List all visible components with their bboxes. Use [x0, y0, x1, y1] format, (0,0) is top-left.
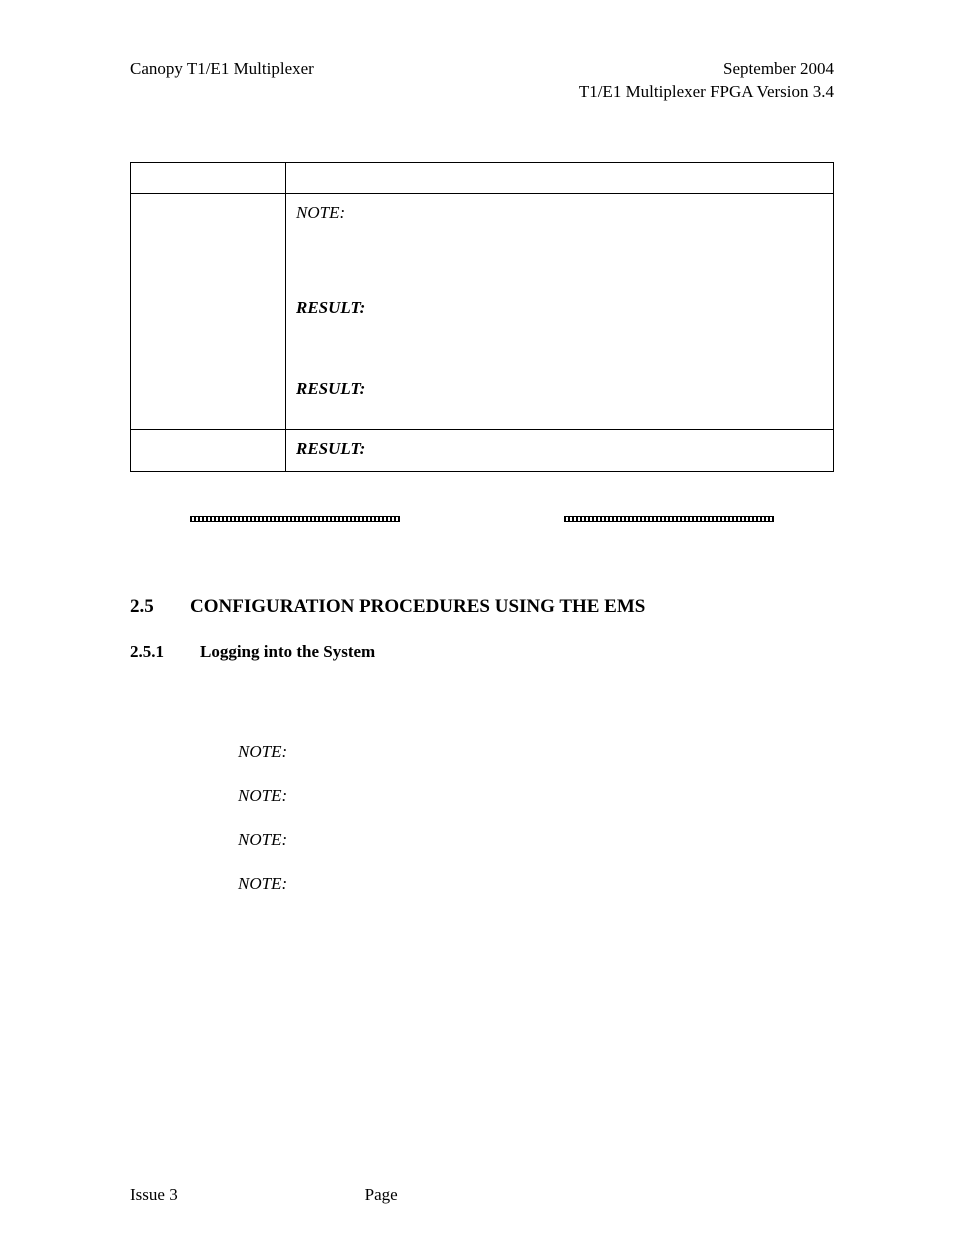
table-row: RESULT: [131, 429, 834, 471]
procedure-table: NOTE: RESULT: RESULT: RESULT: [130, 162, 834, 472]
table-cell [131, 162, 286, 193]
table-cell [131, 429, 286, 471]
note-label: NOTE: [238, 786, 287, 805]
section-heading: 2.5 CONFIGURATION PROCEDURES USING THE E… [130, 596, 834, 618]
subsection-number: 2.5.1 [130, 642, 200, 662]
note-label: NOTE: [296, 203, 345, 222]
table-cell [131, 193, 286, 429]
header-version: T1/E1 Multiplexer FPGA Version 3.4 [579, 81, 834, 104]
page-footer: Issue 3 Page [130, 1185, 834, 1205]
document-page: Canopy T1/E1 Multiplexer September 2004 … [0, 0, 954, 1235]
footer-right [599, 1185, 834, 1205]
header-left: Canopy T1/E1 Multiplexer [130, 58, 314, 104]
footer-issue: Issue 3 [130, 1185, 365, 1205]
note-label: NOTE: [238, 874, 287, 893]
table-cell: NOTE: RESULT: RESULT: [286, 193, 834, 429]
page-header: Canopy T1/E1 Multiplexer September 2004 … [130, 58, 834, 104]
content: NOTE: RESULT: RESULT: RESULT: 2.5 [130, 162, 834, 894]
table-row [131, 162, 834, 193]
result-label: RESULT: [296, 298, 365, 317]
table-cell [286, 162, 834, 193]
subsection-title: Logging into the System [200, 642, 375, 662]
note-label: NOTE: [238, 742, 287, 761]
notes-block: NOTE: NOTE: NOTE: NOTE: [238, 742, 834, 894]
footer-page: Page [365, 1185, 600, 1205]
divider-mark [564, 516, 774, 522]
table-cell: RESULT: [286, 429, 834, 471]
header-right: September 2004 T1/E1 Multiplexer FPGA Ve… [579, 58, 834, 104]
result-label: RESULT: [296, 379, 365, 398]
section-number: 2.5 [130, 596, 190, 618]
header-date: September 2004 [579, 58, 834, 81]
section-title: CONFIGURATION PROCEDURES USING THE EMS [190, 596, 645, 618]
table-row: NOTE: RESULT: RESULT: [131, 193, 834, 429]
note-label: NOTE: [238, 830, 287, 849]
result-label: RESULT: [296, 439, 365, 458]
divider-mark [190, 516, 400, 522]
subsection-heading: 2.5.1 Logging into the System [130, 642, 834, 662]
end-of-procedure-marks [130, 516, 834, 522]
